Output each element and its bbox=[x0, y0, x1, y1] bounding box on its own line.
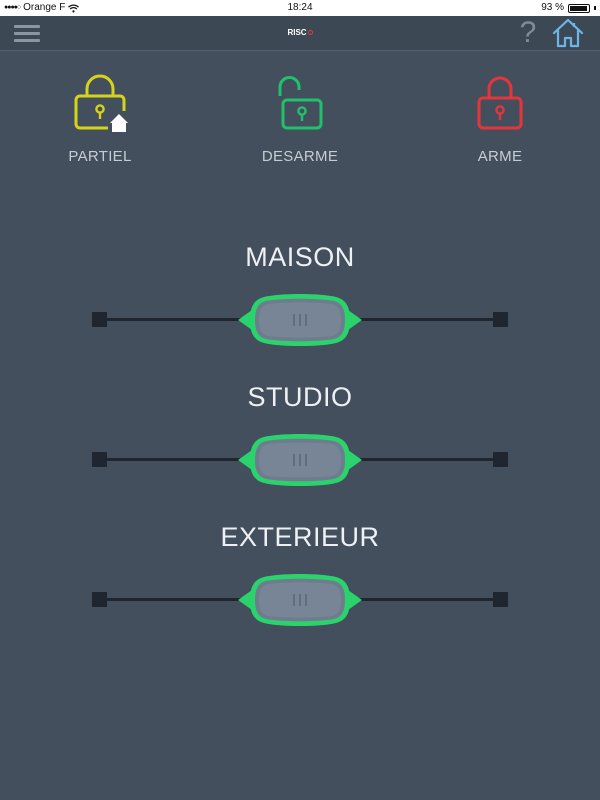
battery-fill bbox=[570, 5, 587, 11]
slider-stop-left[interactable] bbox=[92, 312, 107, 327]
slider-knob[interactable] bbox=[238, 430, 362, 490]
battery-tip bbox=[594, 6, 596, 10]
slider-stop-right[interactable] bbox=[493, 452, 508, 467]
partition-studio: STUDIO bbox=[0, 382, 600, 486]
state-label-desarme: DESARME bbox=[261, 148, 339, 165]
lock-open-icon bbox=[278, 76, 323, 130]
status-time: 18:24 bbox=[287, 2, 313, 13]
home-icon[interactable] bbox=[552, 18, 584, 48]
status-bar: ●●●●○ Orange F 18:24 93 % bbox=[0, 0, 600, 16]
state-label-partiel: PARTIEL bbox=[68, 148, 132, 165]
state-partiel-button[interactable]: PARTIEL bbox=[30, 74, 170, 165]
partition-state-slider[interactable] bbox=[90, 570, 510, 630]
lock-closed-home-icon bbox=[74, 74, 130, 133]
brand-logo-o-icon bbox=[307, 30, 313, 36]
partition-exterieur: EXTERIEUR bbox=[0, 522, 600, 626]
slider-knob[interactable] bbox=[238, 290, 362, 350]
status-right: 93 % bbox=[541, 0, 596, 16]
state-arme-button[interactable]: ARME bbox=[430, 74, 570, 165]
brand-logo: RISC bbox=[0, 16, 600, 50]
slider-stop-left[interactable] bbox=[92, 592, 107, 607]
partition-name: STUDIO bbox=[247, 382, 353, 412]
partition-name: EXTERIEUR bbox=[220, 522, 380, 552]
brand-logo-text: RISC bbox=[287, 28, 307, 37]
state-desarme-button[interactable]: DESARME bbox=[230, 74, 370, 165]
partition-state-slider[interactable] bbox=[90, 290, 510, 350]
state-label-arme: ARME bbox=[477, 148, 523, 165]
partition-maison: MAISON bbox=[0, 242, 600, 346]
battery-percent: 93 % bbox=[541, 2, 564, 13]
partition-name: MAISON bbox=[245, 242, 355, 272]
partition-state-slider[interactable] bbox=[90, 430, 510, 490]
slider-knob[interactable] bbox=[238, 570, 362, 630]
help-button[interactable]: ? bbox=[514, 16, 542, 50]
slider-stop-right[interactable] bbox=[493, 312, 508, 327]
battery-icon bbox=[568, 3, 590, 13]
lock-closed-icon bbox=[477, 76, 523, 130]
nav-bar: RISC ? bbox=[0, 16, 600, 51]
slider-stop-left[interactable] bbox=[92, 452, 107, 467]
slider-stop-right[interactable] bbox=[493, 592, 508, 607]
